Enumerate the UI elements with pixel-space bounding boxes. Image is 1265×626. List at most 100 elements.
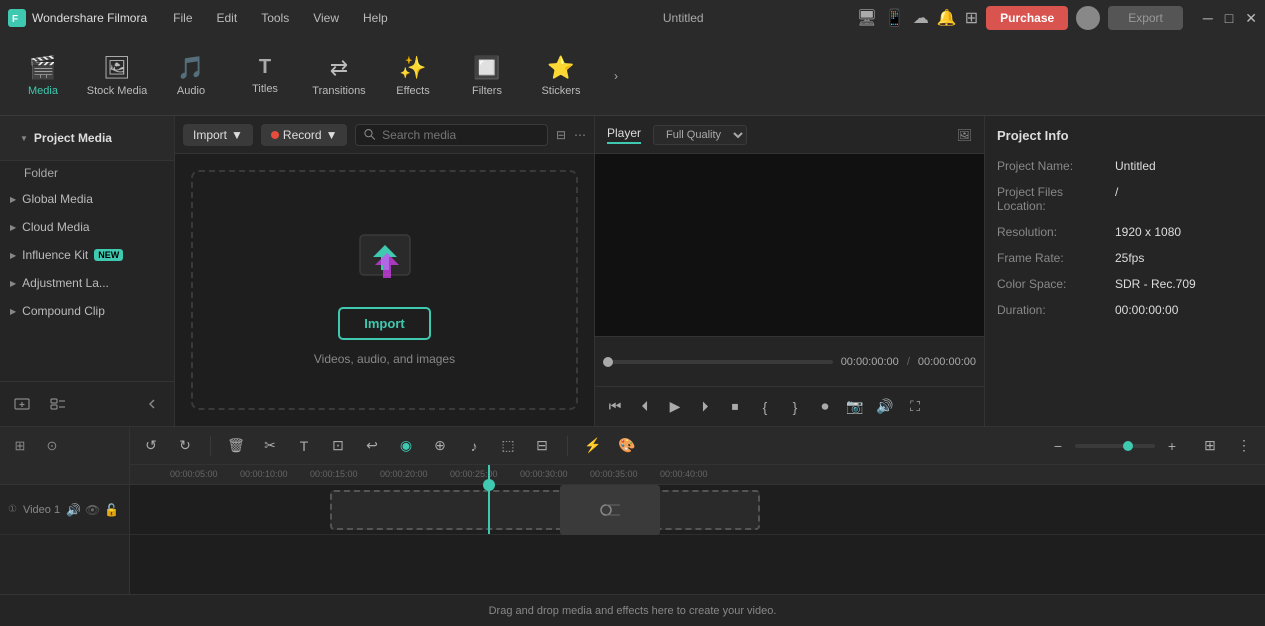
add-folder-button[interactable] [8, 390, 36, 418]
media-label: Media [28, 85, 58, 97]
play-button[interactable]: ▶ [663, 395, 687, 419]
more-timeline-button[interactable]: ⋮ [1231, 433, 1257, 459]
fullscreen-button[interactable]: ⛶ [903, 395, 927, 419]
device-icon[interactable]: 🖥 [857, 8, 877, 28]
notification-icon[interactable]: 🔔 [937, 8, 957, 28]
sidebar-global-media[interactable]: ▶ Global Media [0, 185, 174, 213]
magnetic-button[interactable]: ⊙ [40, 434, 64, 458]
phone-icon[interactable]: 📱 [885, 8, 905, 28]
mark-out-button[interactable]: } [783, 395, 807, 419]
purchase-button[interactable]: Purchase [986, 6, 1068, 30]
media-list-button[interactable] [44, 390, 72, 418]
track-content [130, 485, 1265, 594]
sidebar-adjustment-layer[interactable]: ▶ Adjustment La... [0, 269, 174, 297]
player-settings-icon[interactable]: 🖼 [957, 128, 972, 142]
keyframe-button[interactable]: ◉ [393, 433, 419, 459]
stock-media-icon: 🖼 [103, 55, 131, 81]
toolbar-divider-2 [567, 436, 568, 456]
record-dropdown-button[interactable]: Record ▼ [261, 124, 348, 146]
info-value-resolution: 1920 x 1080 [1115, 225, 1181, 239]
text-button[interactable]: T [291, 433, 317, 459]
menu-file[interactable]: File [163, 7, 202, 29]
rotate-button[interactable]: ↩ [359, 433, 385, 459]
toolbar-stock-media[interactable]: 🖼 Stock Media [82, 41, 152, 111]
add-folder-icon [14, 396, 30, 412]
toolbar-effects[interactable]: ✨ Effects [378, 41, 448, 111]
frame-back-button[interactable]: ⏴ [633, 395, 657, 419]
player-tab[interactable]: Player [607, 126, 641, 144]
sidebar-influence-kit[interactable]: ▶ Influence Kit NEW [0, 241, 174, 269]
color-grade-button[interactable]: 🎨 [614, 433, 640, 459]
grid-view-button[interactable]: ⊞ [1197, 433, 1223, 459]
skip-back-button[interactable]: ⏮ [603, 395, 627, 419]
project-media-section[interactable]: ▼ Project Media [10, 124, 164, 152]
snapshot-button[interactable]: 📷 [843, 395, 867, 419]
menu-help[interactable]: Help [353, 7, 398, 29]
audio-button[interactable]: 🔊 [873, 395, 897, 419]
mark-in-button[interactable]: { [753, 395, 777, 419]
more-options-icon[interactable]: ⋯ [574, 128, 586, 142]
titles-icon: T [259, 56, 271, 79]
track-eye-icon[interactable]: 👁 [85, 503, 100, 517]
track-audio-icon[interactable]: 🔊 [66, 503, 81, 517]
undo-button[interactable]: ↺ [138, 433, 164, 459]
menu-edit[interactable]: Edit [207, 7, 248, 29]
toolbar-transitions[interactable]: ⇄ Transitions [304, 41, 374, 111]
crop-button[interactable]: ⊡ [325, 433, 351, 459]
menu-tools[interactable]: Tools [251, 7, 299, 29]
render-button[interactable]: ⏺ [813, 395, 837, 419]
stop-button[interactable]: ⏹ [723, 395, 747, 419]
transform-button[interactable]: ⊕ [427, 433, 453, 459]
menu-bar: File Edit Tools View Help [163, 7, 510, 29]
sidebar-compound-clip[interactable]: ▶ Compound Clip [0, 297, 174, 325]
search-box [355, 124, 547, 146]
toolbar-stickers[interactable]: ⭐ Stickers [526, 41, 596, 111]
playhead-clip[interactable] [560, 485, 660, 535]
close-button[interactable]: ✕ [1245, 10, 1257, 27]
track-lock-icon[interactable]: 🔓 [104, 503, 119, 517]
zoom-out-button[interactable]: − [1045, 433, 1071, 459]
zoom-in-button[interactable]: + [1159, 433, 1185, 459]
sidebar-folder[interactable]: Folder [0, 161, 174, 185]
ruler-mark-4: 00:00:25:00 [450, 469, 498, 479]
speed-button[interactable]: ⚡ [580, 433, 606, 459]
minimize-button[interactable]: ─ [1203, 10, 1213, 27]
export-button[interactable]: Export [1108, 6, 1183, 30]
collapse-panel-button[interactable] [138, 390, 166, 418]
toolbar-media[interactable]: 🎬 Media [8, 41, 78, 111]
grid-icon[interactable]: ⊞ [965, 8, 978, 28]
toolbar-filters[interactable]: 🔲 Filters [452, 41, 522, 111]
cut-button[interactable]: ✂ [257, 433, 283, 459]
import-main-button[interactable]: Import [338, 307, 430, 340]
cloud-media-arrow: ▶ [10, 223, 16, 232]
add-track-button[interactable]: ⊞ [8, 434, 32, 458]
time-separator: / [907, 356, 910, 368]
zoom-slider[interactable] [1075, 444, 1155, 448]
user-avatar[interactable] [1076, 6, 1100, 30]
overlay-button[interactable]: ⊟ [529, 433, 555, 459]
audio-label: Audio [177, 85, 205, 97]
import-dropdown-arrow: ▼ [231, 128, 243, 142]
filter-icon[interactable]: ⊟ [556, 128, 566, 142]
sidebar-cloud-media[interactable]: ▶ Cloud Media [0, 213, 174, 241]
toolbar-audio[interactable]: 🎵 Audio [156, 41, 226, 111]
menu-view[interactable]: View [303, 7, 349, 29]
search-input[interactable] [382, 128, 539, 142]
maximize-button[interactable]: □ [1225, 10, 1233, 27]
quality-select[interactable]: Full Quality [653, 125, 747, 145]
track-label-video1: ① Video 1 🔊 👁 🔓 [0, 485, 129, 535]
audio-track-button[interactable]: ♪ [461, 433, 487, 459]
cloud-icon[interactable]: ☁ [913, 8, 929, 28]
redo-button[interactable]: ↻ [172, 433, 198, 459]
toolbar-titles[interactable]: T Titles [230, 41, 300, 111]
ruler-mark-7: 00:00:40:00 [660, 469, 708, 479]
frame-forward-button[interactable]: ⏵ [693, 395, 717, 419]
subtitle-button[interactable]: ⬚ [495, 433, 521, 459]
toolbar-more-button[interactable]: › [604, 64, 628, 88]
filters-icon: 🔲 [473, 55, 500, 81]
transitions-label: Transitions [312, 85, 365, 97]
progress-track[interactable] [603, 360, 833, 364]
import-dropdown-button[interactable]: Import ▼ [183, 124, 253, 146]
delete-button[interactable]: 🗑 [223, 433, 249, 459]
playhead-handle[interactable] [483, 479, 495, 491]
